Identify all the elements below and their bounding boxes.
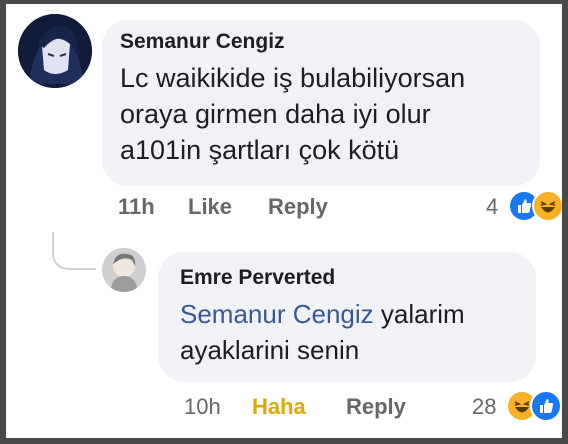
comment-text-line-1: Lc waikikide iş bulabiliyorsan bbox=[120, 63, 466, 93]
comment-timestamp[interactable]: 11h bbox=[118, 194, 155, 220]
mention-link[interactable]: Semanur Cengiz bbox=[180, 299, 374, 329]
comment-text-line-3: a101in şartları çok kötü bbox=[120, 135, 400, 165]
avatar-semanur[interactable] bbox=[18, 14, 92, 88]
profile-photo-icon bbox=[102, 248, 146, 292]
anime-avatar-icon bbox=[18, 14, 92, 88]
comment-text-fragment: yalarim bbox=[373, 299, 465, 329]
reaction-count[interactable]: 4 bbox=[486, 194, 498, 220]
comment-text-line-2: oraya girmen daha iyi olur bbox=[120, 99, 431, 129]
reply-button[interactable]: Reply bbox=[346, 394, 406, 420]
reaction-count[interactable]: 28 bbox=[472, 394, 496, 420]
haha-icon[interactable] bbox=[532, 190, 562, 222]
comment-thread: Semanur Cengiz Lc waikikide iş bulabiliy… bbox=[6, 4, 562, 438]
haha-reaction-button[interactable]: Haha bbox=[252, 394, 306, 420]
comment-author[interactable]: Emre Perverted bbox=[180, 266, 335, 290]
reply-button[interactable]: Reply bbox=[268, 194, 328, 220]
comment-timestamp[interactable]: 10h bbox=[184, 394, 221, 420]
like-button[interactable]: Like bbox=[188, 194, 232, 220]
reply-connector bbox=[52, 232, 96, 270]
comment-author[interactable]: Semanur Cengiz bbox=[120, 30, 285, 54]
comment-text-line-1: Semanur Cengiz yalarim bbox=[180, 296, 465, 332]
avatar-emre[interactable] bbox=[102, 248, 146, 292]
like-icon[interactable] bbox=[530, 390, 562, 422]
comment-text-line-2: ayaklarini senin bbox=[180, 335, 360, 365]
